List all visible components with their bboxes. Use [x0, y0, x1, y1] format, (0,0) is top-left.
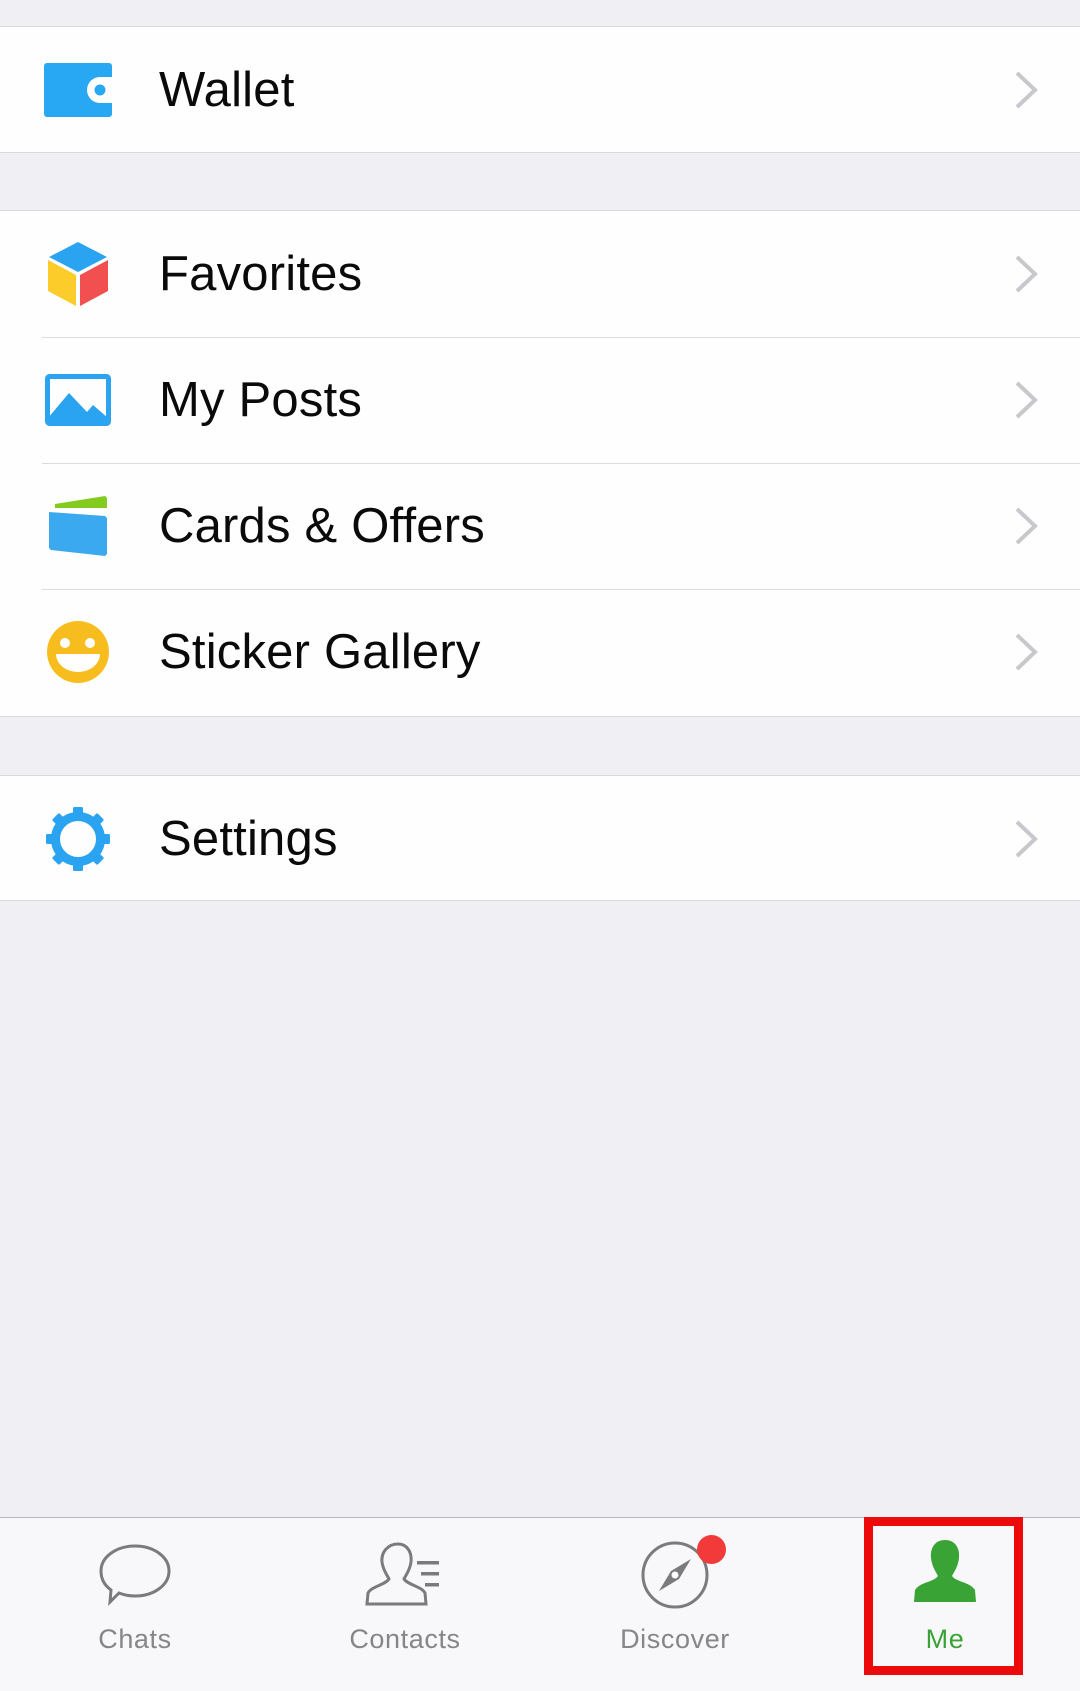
menu-item-settings[interactable]: Settings [0, 776, 1080, 902]
menu-item-label: Wallet [159, 63, 295, 117]
chevron-right-icon [1012, 254, 1040, 294]
tab-label: Me [925, 1624, 965, 1654]
smiley-icon [44, 618, 112, 686]
chevron-right-icon [1012, 70, 1040, 110]
wallet-section: Wallet [0, 26, 1080, 153]
tab-label: Chats [98, 1624, 172, 1654]
me-page: Wallet Favorites My Posts Cards & Offers… [0, 0, 1080, 1691]
chat-bubble-icon [98, 1543, 172, 1612]
photo-album-icon [44, 366, 112, 434]
menu-item-label: Sticker Gallery [159, 625, 481, 679]
menu-item-wallet[interactable]: Wallet [0, 27, 1080, 153]
menu-item-label: Cards & Offers [159, 499, 485, 553]
bottom-tab-bar: Chats Contacts Discover Me [0, 1517, 1080, 1691]
tab-me[interactable]: Me [810, 1518, 1080, 1691]
menu-item-sticker-gallery[interactable]: Sticker Gallery [0, 589, 1080, 715]
favorites-cube-icon [44, 240, 112, 308]
menu-item-my-posts[interactable]: My Posts [0, 337, 1080, 463]
menu-item-favorites[interactable]: Favorites [0, 211, 1080, 337]
menu-item-label: My Posts [159, 373, 363, 427]
menu-item-label: Favorites [159, 247, 363, 301]
settings-section: Settings [0, 775, 1080, 901]
menu-item-cards-offers[interactable]: Cards & Offers [0, 463, 1080, 589]
features-section: Favorites My Posts Cards & Offers Sticke… [0, 210, 1080, 717]
tab-discover[interactable]: Discover [540, 1518, 810, 1691]
tab-chats[interactable]: Chats [0, 1518, 270, 1691]
contacts-icon [365, 1542, 445, 1611]
discover-badge-dot [697, 1535, 726, 1564]
cards-icon [44, 492, 112, 560]
tab-contacts[interactable]: Contacts [270, 1518, 540, 1691]
gear-icon [44, 805, 112, 873]
menu-item-label: Settings [159, 812, 338, 866]
chevron-right-icon [1012, 380, 1040, 420]
chevron-right-icon [1012, 506, 1040, 546]
tab-label: Contacts [349, 1624, 461, 1654]
tab-label: Discover [620, 1624, 730, 1654]
wallet-icon [44, 56, 112, 124]
chevron-right-icon [1012, 819, 1040, 859]
chevron-right-icon [1012, 632, 1040, 672]
person-icon [912, 1540, 978, 1607]
